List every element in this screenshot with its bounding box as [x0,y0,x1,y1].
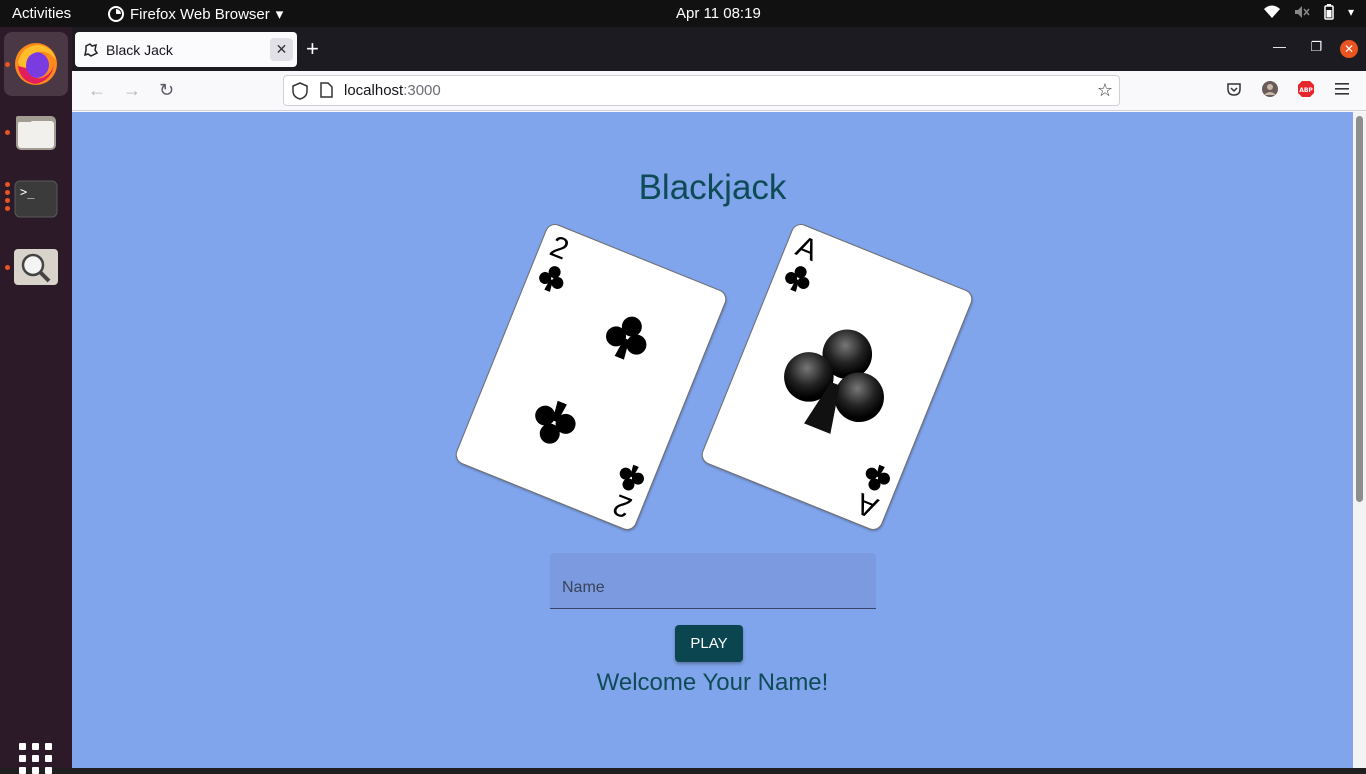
card-rank: A [851,486,883,525]
club-icon [535,400,576,444]
restore-icon[interactable]: ❐ [1310,39,1322,55]
welcome-message: Welcome Your Name! [596,669,829,696]
system-tray[interactable]: ▾ [1263,4,1354,20]
app-menu[interactable]: Firefox Web Browser ▾ [108,5,283,23]
pocket-icon[interactable] [1224,79,1244,99]
page-viewport: Blackjack 2 2 A A PLAY Welcome Your Name… [72,112,1353,768]
scrollbar-thumb[interactable] [1356,116,1363,502]
tab-title: Black Jack [106,41,173,58]
close-window-icon[interactable]: ✕ [1340,40,1358,58]
url-bar[interactable]: localhost:3000 ☆ [283,75,1120,106]
activities-button[interactable]: Activities [12,5,71,22]
app-name: Firefox Web Browser [130,5,270,23]
account-avatar-icon[interactable] [1260,79,1280,99]
running-indicator [5,198,10,203]
club-icon [784,329,884,434]
terminal-icon: >_ [14,180,58,218]
url-port: :3000 [403,82,441,99]
running-indicator [5,190,10,195]
dock-firefox[interactable] [4,32,68,96]
bookmark-star-icon[interactable]: ☆ [1097,80,1113,101]
clock[interactable]: Apr 11 08:19 [676,5,761,22]
page-icon[interactable] [320,82,333,98]
reload-icon[interactable]: ↻ [159,80,174,101]
club-icon [539,266,564,292]
menu-icon[interactable] [1332,79,1352,99]
club-icon [785,266,810,292]
running-indicator [5,206,10,211]
chevron-down-icon: ▾ [1347,5,1354,19]
battery-icon [1324,4,1334,20]
volume-muted-icon [1294,6,1310,18]
running-indicator [5,130,10,135]
tab-strip: Black Jack ✕ + — ❐ ✕ [72,27,1366,71]
svg-text:>_: >_ [20,185,35,199]
firefox-icon [15,43,57,85]
name-field[interactable] [550,553,876,609]
shield-icon[interactable] [292,82,308,100]
dock: >_ [0,27,72,774]
card-rank: 2 [608,487,637,525]
wifi-icon [1263,5,1280,18]
close-tab-icon[interactable]: ✕ [270,38,293,61]
name-input[interactable] [550,553,876,608]
adblock-plus-icon[interactable]: ABP [1296,79,1316,99]
system-top-bar: Activities Firefox Web Browser ▾ Apr 11 … [0,0,1366,27]
play-button[interactable]: PLAY [675,625,743,662]
firefox-icon [108,6,124,22]
dock-image-viewer[interactable] [4,235,68,299]
playing-card: A A [698,221,976,533]
playing-card: 2 2 [452,221,730,533]
running-indicator [5,62,10,67]
puzzle-favicon-icon [84,42,98,57]
url-host: localhost [344,82,404,99]
chevron-down-icon: ▾ [275,6,284,23]
files-icon [16,116,56,150]
new-tab-button[interactable]: + [306,36,319,62]
show-applications-button[interactable] [19,743,53,774]
running-indicator [5,265,10,270]
magnifier-icon [14,249,58,285]
page-title: Blackjack [638,168,787,207]
minimize-icon[interactable]: — [1273,39,1286,54]
dock-files[interactable] [4,100,68,164]
navigation-toolbar: ← → ↻ localhost:3000 ☆ ABP [72,71,1366,111]
browser-window: Black Jack ✕ + — ❐ ✕ ← → ↻ localhost:300… [72,27,1366,768]
club-icon [606,316,647,360]
dock-terminal[interactable]: >_ [4,167,68,231]
running-indicator [5,182,10,187]
vertical-scrollbar[interactable] [1353,112,1366,768]
forward-icon[interactable]: → [123,80,141,101]
back-icon[interactable]: ← [88,80,106,101]
svg-text:ABP: ABP [1299,87,1313,94]
tab-black-jack[interactable]: Black Jack ✕ [75,32,297,67]
